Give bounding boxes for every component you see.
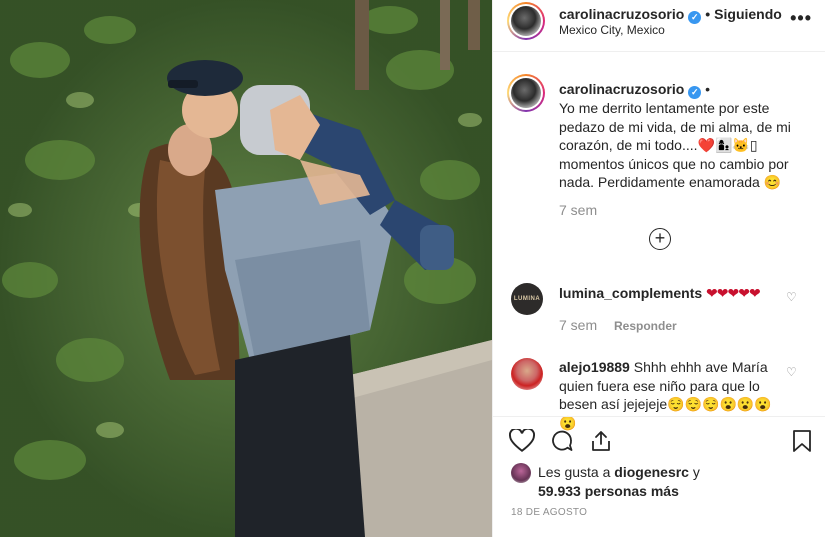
caption-author-avatar[interactable] (507, 74, 545, 112)
post-side-panel: carolinacruzosorio ✓ • Siguiendo Mexico Cit… (492, 0, 825, 537)
comment-username[interactable]: alejo19889 (559, 359, 630, 375)
liker-username[interactable]: diogenesrc (614, 464, 689, 480)
caption-dot: • (705, 81, 711, 97)
comment-like-heart-icon[interactable]: ♡ (786, 365, 799, 379)
reply-button[interactable]: Responder (614, 319, 677, 333)
post-actions-bar: Les gusta a diogenesrc y 59.933 personas… (493, 416, 825, 537)
post-photo[interactable] (0, 0, 492, 537)
comment-bubble-icon[interactable] (549, 429, 575, 458)
caption-time[interactable]: 7 sem (559, 202, 597, 218)
post-header: carolinacruzosorio ✓ • Siguiendo Mexico Cit… (493, 0, 825, 52)
commenter-avatar[interactable] (511, 358, 543, 390)
likes-summary: Les gusta a diogenesrc y 59.933 personas… (538, 463, 738, 501)
commenter-avatar[interactable]: LUMINA (511, 283, 543, 315)
comment-text: ❤❤❤❤❤ (706, 285, 761, 301)
post-caption: carolinacruzosorio ✓ • Yo me derrito lent… (559, 80, 803, 192)
comment-username[interactable]: lumina_complements (559, 285, 702, 301)
load-more-comments-icon[interactable]: + (649, 228, 671, 250)
share-icon[interactable] (589, 429, 613, 458)
caption-text-part2: momentos únicos que no cambio por nada. … (559, 155, 789, 191)
comment-time[interactable]: 7 sem (559, 317, 597, 333)
comment-like-heart-icon[interactable]: ♡ (786, 290, 799, 304)
follow-status-button[interactable]: Siguiendo (714, 6, 782, 22)
post-location[interactable]: Mexico City, Mexico (559, 23, 665, 37)
caption-smile-emoji: 😊 (763, 174, 782, 190)
more-options-icon[interactable]: ••• (790, 8, 812, 29)
caption-text: Yo me derrito lentamente por este pedazo… (559, 99, 803, 192)
save-bookmark-icon[interactable] (791, 429, 813, 458)
caption-username[interactable]: carolinacruzosorio (559, 81, 684, 97)
likes-count[interactable]: 59.933 personas más (538, 483, 679, 499)
verified-badge-icon: ✓ (688, 11, 702, 24)
author-username-row: carolinacruzosorio ✓ • Siguiendo (559, 6, 782, 24)
comment-item: lumina_complements ❤❤❤❤❤ (559, 284, 789, 303)
liker-avatar[interactable] (511, 463, 531, 483)
author-avatar[interactable] (507, 2, 545, 40)
likes-conjunction: y (692, 464, 700, 480)
separator-dot: • (705, 6, 711, 22)
post-date[interactable]: 18 DE AGOSTO (511, 507, 587, 518)
likes-prefix: Les gusta a (538, 464, 611, 480)
like-heart-icon[interactable] (508, 427, 536, 458)
author-username[interactable]: carolinacruzosorio (559, 6, 684, 22)
caption-emojis: ❤️👩‍👦🐱▯ (697, 137, 758, 153)
caption-verified-badge-icon: ✓ (688, 86, 702, 99)
